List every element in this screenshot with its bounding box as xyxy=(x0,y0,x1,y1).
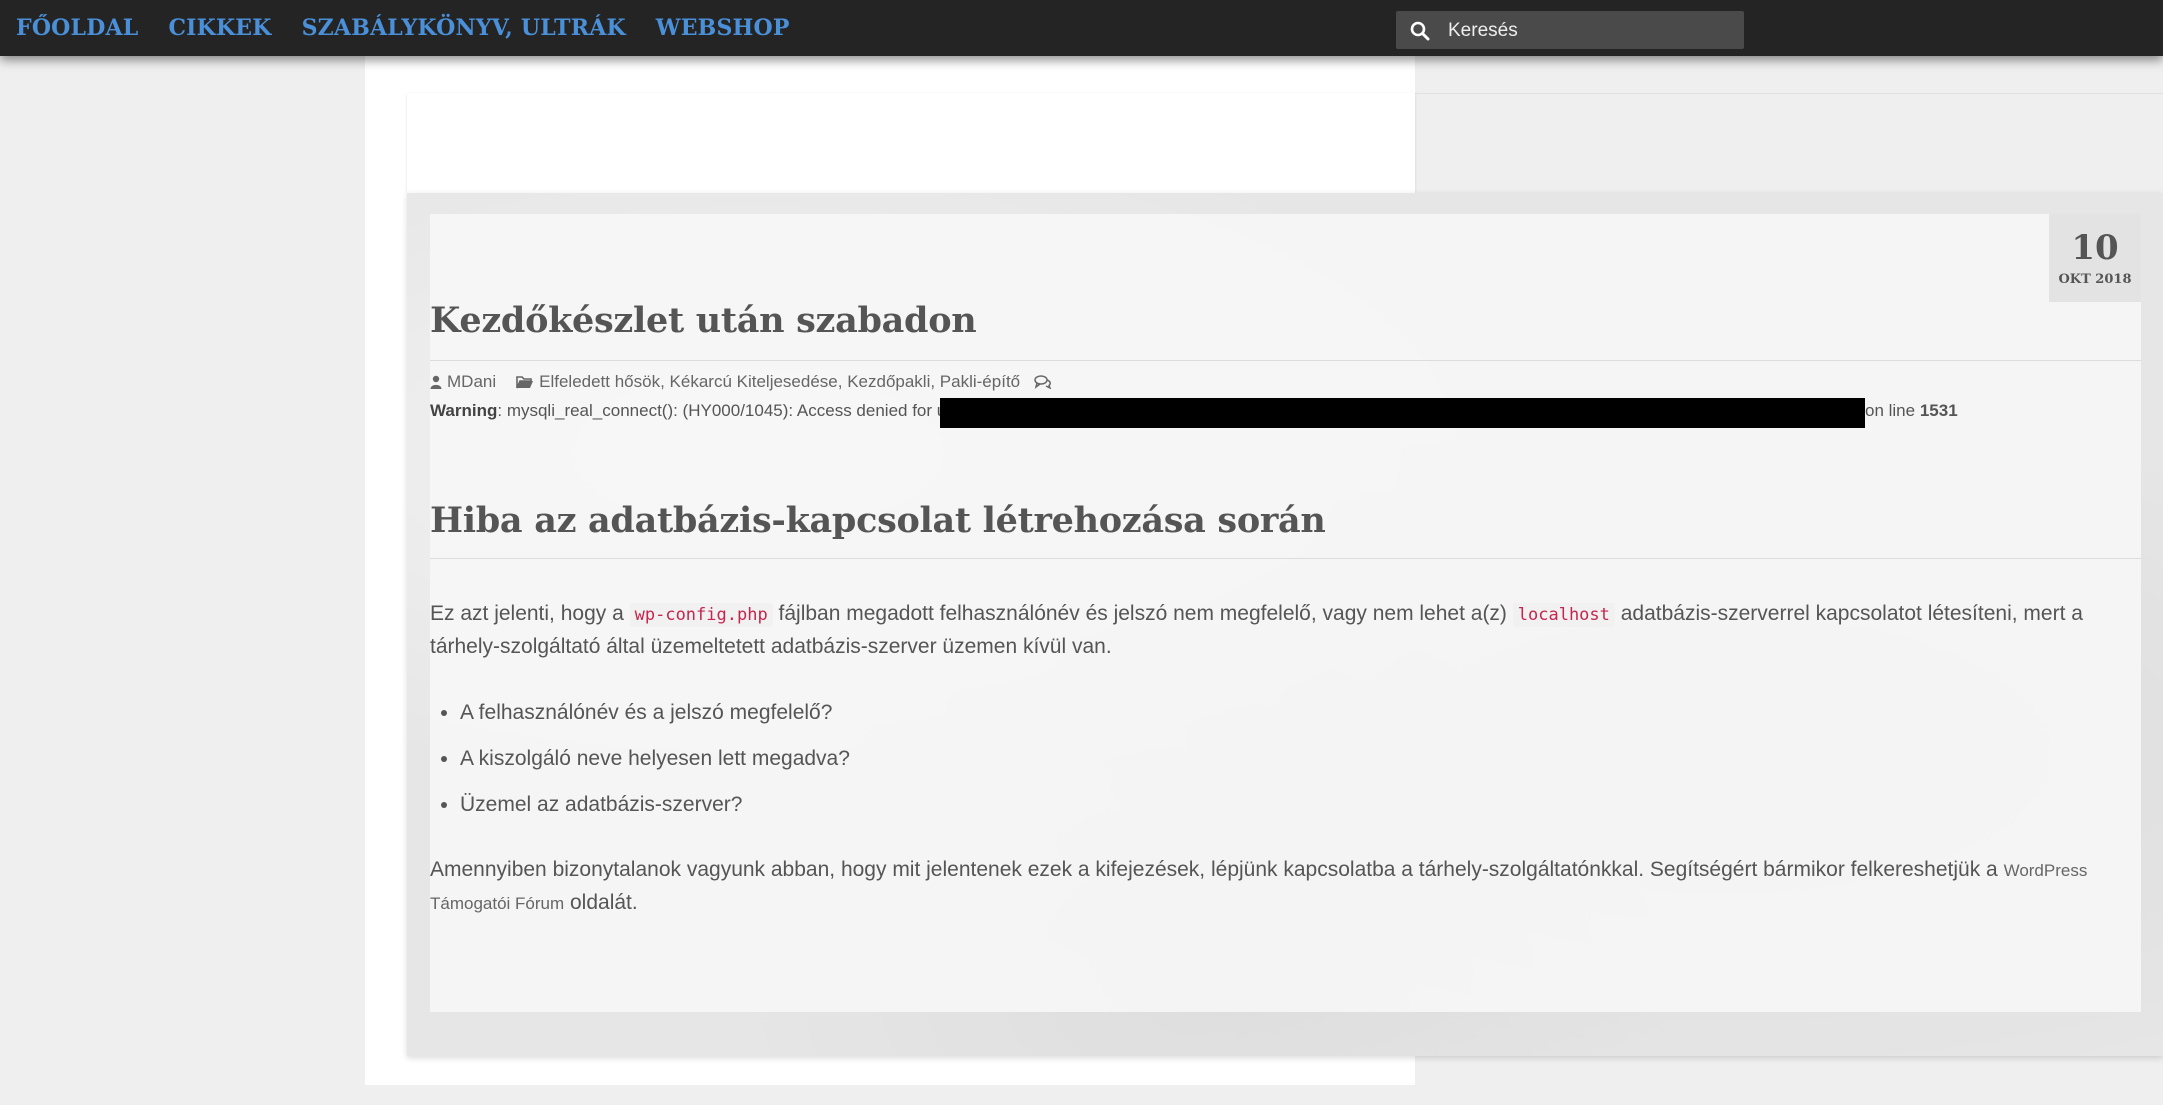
post-title[interactable]: Kezdőkészlet után szabadon xyxy=(430,300,977,341)
divider xyxy=(1415,93,2163,94)
top-navbar: FŐOLDAL CIKKEK SZABÁLYKÖNYV, ULTRÁK WEBS… xyxy=(0,0,2163,56)
post-date-day: 10 xyxy=(2071,228,2119,268)
error-heading: Hiba az adatbázis-kapcsolat létrehozása … xyxy=(430,500,1326,541)
warning-line-number: 1531 xyxy=(1919,401,1958,420)
search-input[interactable] xyxy=(1446,11,1740,51)
warning-tail: on line 1531 xyxy=(1865,401,1958,421)
nav-item-szabalykonyv[interactable]: SZABÁLYKÖNYV, ULTRÁK xyxy=(302,15,626,41)
user-icon xyxy=(430,375,442,389)
error-checklist: A felhasználónév és a jelszó megfelelő? … xyxy=(430,690,850,828)
checklist-item: A felhasználónév és a jelszó megfelelő? xyxy=(460,690,850,736)
code-wp-config: wp-config.php xyxy=(629,603,773,627)
checklist-item: A kiszolgáló neve helyesen lett megadva? xyxy=(460,736,850,782)
post-date-badge: 10 OKT 2018 xyxy=(2049,214,2141,302)
search-box[interactable] xyxy=(1396,11,1744,51)
warning-text: : mysqli_real_connect(): (HY000/1045): A… xyxy=(497,401,970,420)
error-paragraph-2: Amennyiben bizonytalanok vagyunk abban, … xyxy=(430,854,2100,920)
post-meta: MDani Elfeledett hősök, Kékarcú Kiteljes… xyxy=(430,372,1057,392)
nav-item-cikkek[interactable]: CIKKEK xyxy=(168,15,271,41)
comments-icon[interactable] xyxy=(1034,375,1052,389)
empty-card xyxy=(407,93,1415,193)
error-p1-text-b: fájlban megadott felhasználónév és jelsz… xyxy=(772,602,1513,625)
post-categories[interactable]: Elfeledett hősök, Kékarcú Kiteljesedése,… xyxy=(539,372,1020,392)
redaction-bar xyxy=(940,398,1865,428)
folder-icon xyxy=(516,376,534,389)
title-divider xyxy=(430,360,2141,361)
search-icon[interactable] xyxy=(1410,21,1430,41)
checklist-item: Üzemel az adatbázis-szerver? xyxy=(460,782,850,828)
error-p1-text-a: Ez azt jelenti, hogy a xyxy=(430,602,630,625)
main-nav: FŐOLDAL CIKKEK SZABÁLYKÖNYV, ULTRÁK WEBS… xyxy=(16,0,820,56)
post-date-month: OKT 2018 xyxy=(2058,272,2132,287)
error-p2-text-b: oldalát. xyxy=(564,891,638,914)
warning-label: Warning xyxy=(430,401,498,420)
error-paragraph-1: Ez azt jelenti, hogy a wp-config.php fáj… xyxy=(430,598,2100,663)
nav-item-fooldal[interactable]: FŐOLDAL xyxy=(16,15,138,41)
warning-tail-text: on line xyxy=(1865,401,1920,420)
post-author[interactable]: MDani xyxy=(447,372,496,392)
error-divider xyxy=(430,558,2141,559)
error-p2-text-a: Amennyiben bizonytalanok vagyunk abban, … xyxy=(430,858,2004,881)
php-warning: Warning: mysqli_real_connect(): (HY000/1… xyxy=(430,401,970,421)
nav-item-webshop[interactable]: WEBSHOP xyxy=(656,15,790,41)
code-localhost: localhost xyxy=(1512,603,1615,627)
